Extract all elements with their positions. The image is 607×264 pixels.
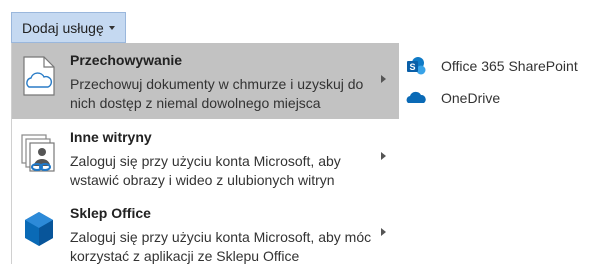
sharepoint-icon: S [405, 55, 427, 77]
menu-item-title: Przechowywanie [70, 52, 183, 68]
svg-text:S: S [409, 62, 415, 72]
storage-submenu: S Office 365 SharePoint OneDrive [399, 43, 599, 123]
add-service-button[interactable]: Dodaj usługę [11, 12, 126, 43]
menu-item-title: Sklep Office [70, 205, 151, 221]
service-menu: Przechowywanie Przechowuj dokumenty w ch… [11, 43, 400, 264]
submenu-item-sharepoint[interactable]: S Office 365 SharePoint [399, 51, 599, 81]
menu-item-description: Zaloguj się przy użyciu konta Microsoft,… [70, 229, 372, 264]
menu-item-other-sites[interactable]: Inne witryny Zaloguj się przy użyciu kon… [12, 120, 400, 196]
chevron-right-icon [381, 152, 386, 160]
menu-item-description: Przechowuj dokumenty w chmurze i uzyskuj… [70, 76, 364, 111]
menu-item-description: Zaloguj się przy użyciu konta Microsoft,… [70, 153, 341, 188]
chevron-right-icon [381, 75, 386, 83]
onedrive-icon [405, 87, 427, 109]
submenu-item-label: Office 365 SharePoint [441, 58, 578, 74]
add-service-button-label: Dodaj usługę [22, 19, 104, 36]
office-store-icon [20, 208, 58, 250]
menu-item-office-store[interactable]: Sklep Office Zaloguj się przy użyciu kon… [12, 196, 400, 264]
menu-item-title: Inne witryny [70, 129, 152, 145]
caret-down-icon [108, 25, 115, 30]
submenu-item-label: OneDrive [441, 90, 501, 106]
linked-sites-icon [20, 132, 58, 174]
add-service-dropdown: Dodaj usługę Przechowywanie Przechowuj d… [0, 0, 607, 264]
cloud-document-icon [20, 55, 58, 97]
submenu-item-onedrive[interactable]: OneDrive [399, 83, 599, 113]
chevron-right-icon [381, 228, 386, 236]
menu-item-storage[interactable]: Przechowywanie Przechowuj dokumenty w ch… [12, 43, 400, 119]
